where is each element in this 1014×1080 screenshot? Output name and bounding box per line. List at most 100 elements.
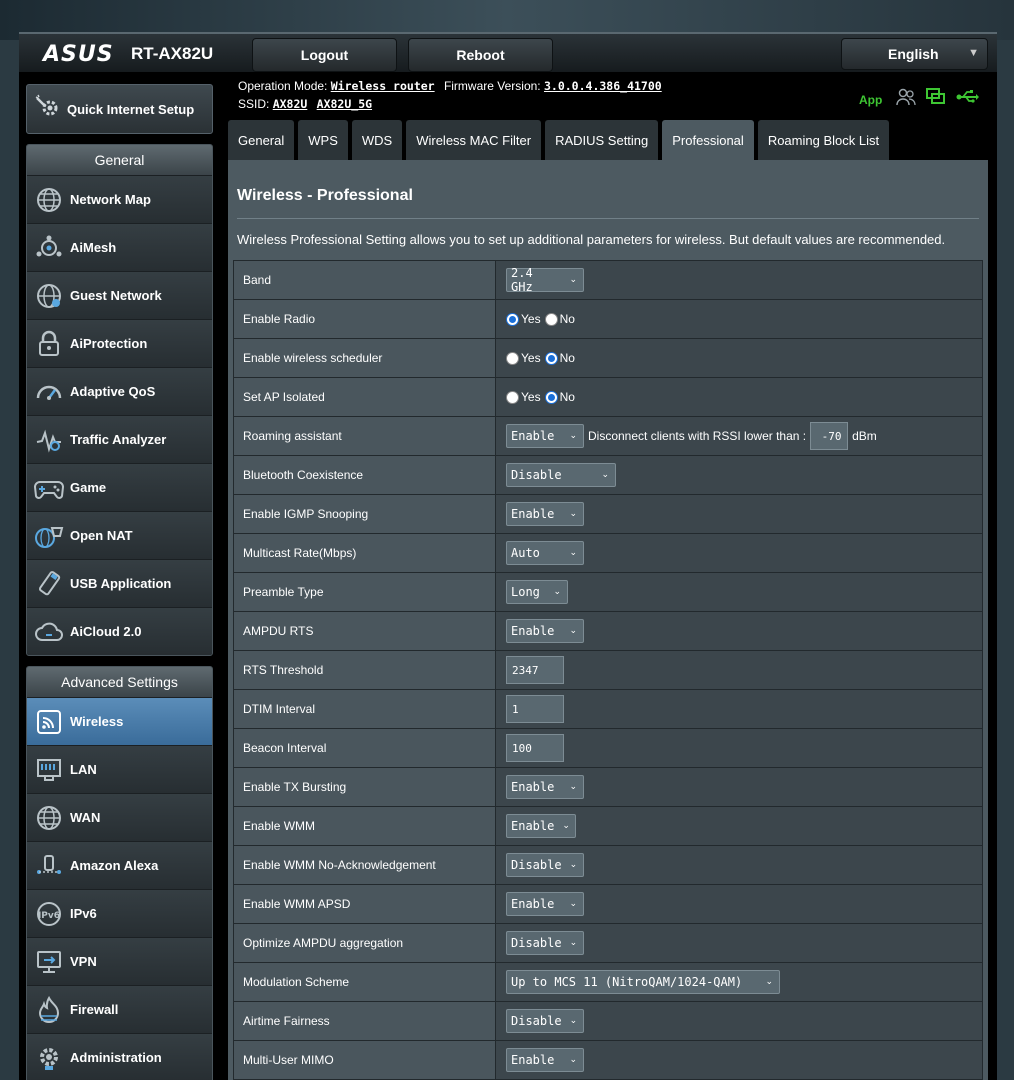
- bluetooth-coexistence-select[interactable]: Disable ⌄: [506, 463, 616, 487]
- sidebar-item-wan[interactable]: WAN: [27, 793, 212, 841]
- setting-value-cell: Enable ⌄: [495, 806, 983, 846]
- setting-label-modulation-scheme: Modulation Scheme: [233, 962, 496, 1002]
- multi-user-mimo-select[interactable]: Enable ⌄: [506, 1048, 584, 1072]
- select-value: Disable: [511, 936, 562, 950]
- internet-status-icon[interactable]: [926, 88, 946, 111]
- chevron-down-icon: ⌄: [553, 587, 561, 597]
- sidebar-item-traffic-analyzer[interactable]: Traffic Analyzer: [27, 415, 212, 463]
- firmware-link[interactable]: 3.0.0.4.386_41700: [544, 79, 662, 93]
- chevron-down-icon: ▼: [968, 47, 979, 59]
- setting-label-bluetooth-coexistence: Bluetooth Coexistence: [233, 455, 496, 495]
- setting-value-cell: Long ⌄: [495, 572, 983, 612]
- enable-tx-bursting-select[interactable]: Enable ⌄: [506, 775, 584, 799]
- sidebar-item-label: Firewall: [70, 1002, 119, 1017]
- language-select[interactable]: English ▼: [841, 38, 988, 70]
- aimesh-icon: [33, 232, 65, 264]
- roaming-assistant-select[interactable]: Enable ⌄: [506, 424, 584, 448]
- tab-radius-setting[interactable]: RADIUS Setting: [545, 120, 659, 160]
- setting-label-band: Band: [233, 260, 496, 300]
- setting-row: Enable TX Bursting Enable ⌄: [233, 767, 983, 807]
- setting-row: Modulation Scheme Up to MCS 11 (NitroQAM/…: [233, 962, 983, 1002]
- sidebar-item-wireless[interactable]: Wireless: [27, 697, 212, 745]
- sidebar-item-guest-network[interactable]: Guest Network: [27, 271, 212, 319]
- select-value: Enable: [511, 1053, 555, 1067]
- setting-label-optimize-ampdu-aggregation: Optimize AMPDU aggregation: [233, 923, 496, 963]
- sidebar-item-aicloud-2-0[interactable]: AiCloud 2.0: [27, 607, 212, 655]
- tab-bar: General WPS WDS Wireless MAC Filter RADIUS S…: [228, 120, 890, 160]
- rts-threshold-input[interactable]: 2347: [506, 656, 564, 684]
- sidebar-item-label: Administration: [70, 1050, 162, 1065]
- select-value: Enable: [511, 507, 555, 521]
- tab-professional[interactable]: Professional: [662, 120, 754, 160]
- chevron-down-icon: ⌄: [569, 626, 577, 636]
- sidebar-item-label: Adaptive QoS: [70, 384, 156, 399]
- sidebar-item-aimesh[interactable]: AiMesh: [27, 223, 212, 271]
- setting-value-cell: Yes No: [495, 377, 983, 417]
- divider: [237, 218, 979, 219]
- ampdu-rts-select[interactable]: Enable ⌄: [506, 619, 584, 643]
- enable-wmm-apsd-select[interactable]: Enable ⌄: [506, 892, 584, 916]
- preamble-type-select[interactable]: Long ⌄: [506, 580, 568, 604]
- enable-wmm-no-acknowledgement-select[interactable]: Disable ⌄: [506, 853, 584, 877]
- usb-status-icon[interactable]: [956, 89, 980, 110]
- airtime-fairness-select[interactable]: Disable ⌄: [506, 1009, 584, 1033]
- sidebar-item-lan[interactable]: LAN: [27, 745, 212, 793]
- sidebar-item-administration[interactable]: Administration: [27, 1033, 212, 1080]
- ssid-5g-link[interactable]: AX82U_5G: [317, 97, 372, 111]
- reboot-button[interactable]: Reboot: [408, 38, 553, 72]
- setting-label-multi-user-mimo: Multi-User MIMO: [233, 1040, 496, 1080]
- enable-wireless-scheduler-radio-yes[interactable]: [506, 351, 519, 365]
- logout-button[interactable]: Logout: [252, 38, 397, 72]
- setting-label-roaming-assistant: Roaming assistant: [233, 416, 496, 456]
- tab-wps[interactable]: WPS: [298, 120, 348, 160]
- sidebar-item-adaptive-qos[interactable]: Adaptive QoS: [27, 367, 212, 415]
- language-value: English: [888, 46, 939, 62]
- firmware-label: Firmware Version:: [443, 79, 541, 93]
- tab-wireless-mac-filter[interactable]: Wireless MAC Filter: [406, 120, 542, 160]
- enable-wireless-scheduler-radio-no[interactable]: [544, 351, 558, 365]
- setting-value-cell: Enable ⌄: [495, 884, 983, 924]
- ssid-24-link[interactable]: AX82U: [273, 97, 308, 111]
- beacon-interval-input[interactable]: 100: [506, 734, 564, 762]
- radio-label-no: No: [559, 390, 575, 405]
- modulation-scheme-select[interactable]: Up to MCS 11 (NitroQAM/1024-QAM) ⌄: [506, 970, 780, 994]
- sidebar-item-usb-application[interactable]: USB Application: [27, 559, 212, 607]
- sidebar-item-label: Open NAT: [70, 528, 133, 543]
- setting-row: Enable WMM No-Acknowledgement Disable ⌄: [233, 845, 983, 885]
- sidebar-item-amazon-alexa[interactable]: Amazon Alexa: [27, 841, 212, 889]
- enable-wmm-select[interactable]: Enable ⌄: [506, 814, 576, 838]
- sidebar-item-ipv6[interactable]: IPv6 IPv6: [27, 889, 212, 937]
- router-admin-window: ASUS RT-AX82U Logout Reboot English ▼ Op…: [19, 32, 997, 1080]
- set-ap-isolated-radio-yes[interactable]: [506, 390, 519, 404]
- sidebar-item-vpn[interactable]: VPN: [27, 937, 212, 985]
- rssi-threshold-input[interactable]: -70: [810, 422, 849, 450]
- setting-value-cell: Enable ⌄: [495, 611, 983, 651]
- multicast-rate-mbps-select[interactable]: Auto ⌄: [506, 541, 584, 565]
- clients-icon[interactable]: [896, 88, 916, 111]
- select-value: Enable: [511, 897, 555, 911]
- sidebar-item-label: Amazon Alexa: [70, 858, 159, 873]
- setting-label-enable-wmm: Enable WMM: [233, 806, 496, 846]
- enable-radio-radio-yes[interactable]: [506, 312, 519, 326]
- enable-radio-radio-no[interactable]: [544, 312, 558, 326]
- optimize-ampdu-aggregation-select[interactable]: Disable ⌄: [506, 931, 584, 955]
- sidebar-item-firewall[interactable]: Firewall: [27, 985, 212, 1033]
- sidebar-item-game[interactable]: Game: [27, 463, 212, 511]
- sidebar-item-open-nat[interactable]: Open NAT: [27, 511, 212, 559]
- app-link[interactable]: App: [859, 93, 882, 107]
- sidebar-item-network-map[interactable]: Network Map: [27, 175, 212, 223]
- tab-general[interactable]: General: [228, 120, 295, 160]
- sidebar-item-aiprotection[interactable]: AiProtection: [27, 319, 212, 367]
- page-title: Wireless - Professional: [237, 187, 413, 204]
- setting-row: AMPDU RTS Enable ⌄: [233, 611, 983, 651]
- ipv6-icon: IPv6: [33, 898, 65, 930]
- dtim-interval-input[interactable]: 1: [506, 695, 564, 723]
- quick-internet-setup[interactable]: Quick Internet Setup: [26, 84, 213, 134]
- band-select[interactable]: 2.4 GHz ⌄: [506, 266, 584, 294]
- tab-wds[interactable]: WDS: [351, 120, 403, 160]
- operation-mode-link[interactable]: Wireless router: [331, 79, 435, 93]
- tab-roaming-block-list[interactable]: Roaming Block List: [757, 120, 890, 160]
- enable-igmp-snooping-select[interactable]: Enable ⌄: [506, 502, 584, 526]
- set-ap-isolated-radio-no[interactable]: [544, 390, 558, 404]
- roaming-rssi-text: Disconnect clients with RSSI lower than …: [588, 429, 807, 443]
